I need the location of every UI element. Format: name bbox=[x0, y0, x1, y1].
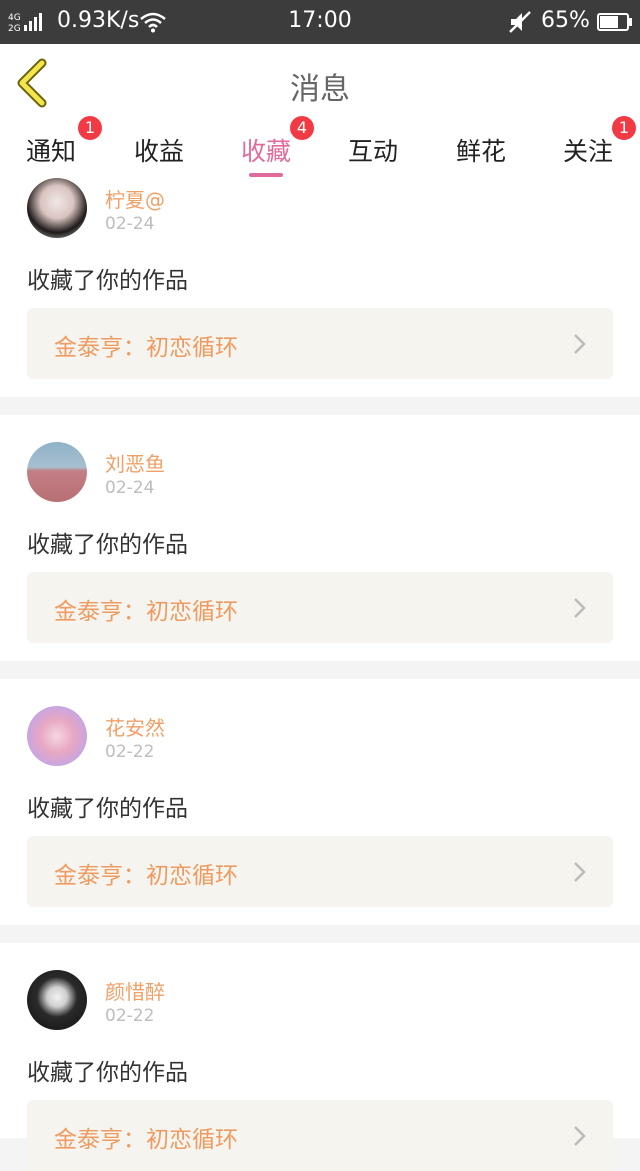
mute-icon bbox=[509, 11, 531, 33]
tab-flowers[interactable]: 鲜花 bbox=[456, 132, 506, 168]
list-item[interactable]: 柠夏@ 02-24 收藏了你的作品 金泰亨：初恋循环 bbox=[0, 178, 640, 397]
work-title: 金泰亨：初恋循环 bbox=[54, 863, 238, 889]
avatar[interactable] bbox=[27, 442, 87, 502]
work-link[interactable]: 金泰亨：初恋循环 bbox=[27, 308, 613, 379]
list-item[interactable]: 颜惜醉 02-22 收藏了你的作品 金泰亨：初恋循环 bbox=[0, 943, 640, 1171]
tab-follows-badge: 1 bbox=[612, 116, 636, 140]
work-title: 金泰亨：初恋循环 bbox=[54, 1127, 238, 1153]
chevron-right-icon bbox=[574, 862, 586, 882]
list-item[interactable]: 花安然 02-22 收藏了你的作品 金泰亨：初恋循环 bbox=[0, 679, 640, 925]
tab-interaction[interactable]: 互动 bbox=[348, 132, 398, 168]
nav-header: 消息 bbox=[0, 44, 640, 123]
work-link[interactable]: 金泰亨：初恋循环 bbox=[27, 572, 613, 643]
work-link[interactable]: 金泰亨：初恋循环 bbox=[27, 1100, 613, 1171]
battery-icon bbox=[597, 13, 632, 31]
username[interactable]: 花安然 bbox=[105, 712, 165, 741]
date: 02-22 bbox=[105, 1006, 155, 1026]
date: 02-22 bbox=[105, 742, 155, 762]
chevron-right-icon bbox=[574, 1126, 586, 1146]
tab-bar: 通知 1 收益 收藏 4 互动 鲜花 关注 1 bbox=[0, 116, 640, 184]
tab-follows[interactable]: 关注 bbox=[563, 132, 613, 168]
action-text: 收藏了你的作品 bbox=[27, 796, 188, 822]
work-link[interactable]: 金泰亨：初恋循环 bbox=[27, 836, 613, 907]
tab-favorites[interactable]: 收藏 bbox=[241, 132, 291, 168]
username[interactable]: 颜惜醉 bbox=[105, 976, 165, 1005]
chevron-right-icon bbox=[574, 598, 586, 618]
action-text: 收藏了你的作品 bbox=[27, 532, 188, 558]
list-item[interactable]: 刘恶鱼 02-24 收藏了你的作品 金泰亨：初恋循环 bbox=[0, 415, 640, 661]
battery-percent: 65% bbox=[541, 8, 590, 33]
tab-earnings[interactable]: 收益 bbox=[134, 132, 184, 168]
avatar[interactable] bbox=[27, 970, 87, 1030]
username[interactable]: 柠夏@ bbox=[105, 184, 165, 213]
action-text: 收藏了你的作品 bbox=[27, 1060, 188, 1086]
page-title: 消息 bbox=[290, 72, 350, 107]
avatar[interactable] bbox=[27, 178, 87, 238]
username[interactable]: 刘恶鱼 bbox=[105, 448, 165, 477]
tab-favorites-badge: 4 bbox=[290, 116, 314, 140]
tab-notice[interactable]: 通知 bbox=[26, 132, 76, 168]
work-title: 金泰亨：初恋循环 bbox=[54, 335, 238, 361]
work-title: 金泰亨：初恋循环 bbox=[54, 599, 238, 625]
chevron-right-icon bbox=[574, 334, 586, 354]
action-text: 收藏了你的作品 bbox=[27, 268, 188, 294]
date: 02-24 bbox=[105, 214, 155, 234]
avatar[interactable] bbox=[27, 706, 87, 766]
status-bar: 4G 2G 0.93K/s 17:00 65% bbox=[0, 0, 640, 44]
tab-active-indicator bbox=[249, 173, 283, 177]
tab-notice-badge: 1 bbox=[78, 116, 102, 140]
date: 02-24 bbox=[105, 478, 155, 498]
